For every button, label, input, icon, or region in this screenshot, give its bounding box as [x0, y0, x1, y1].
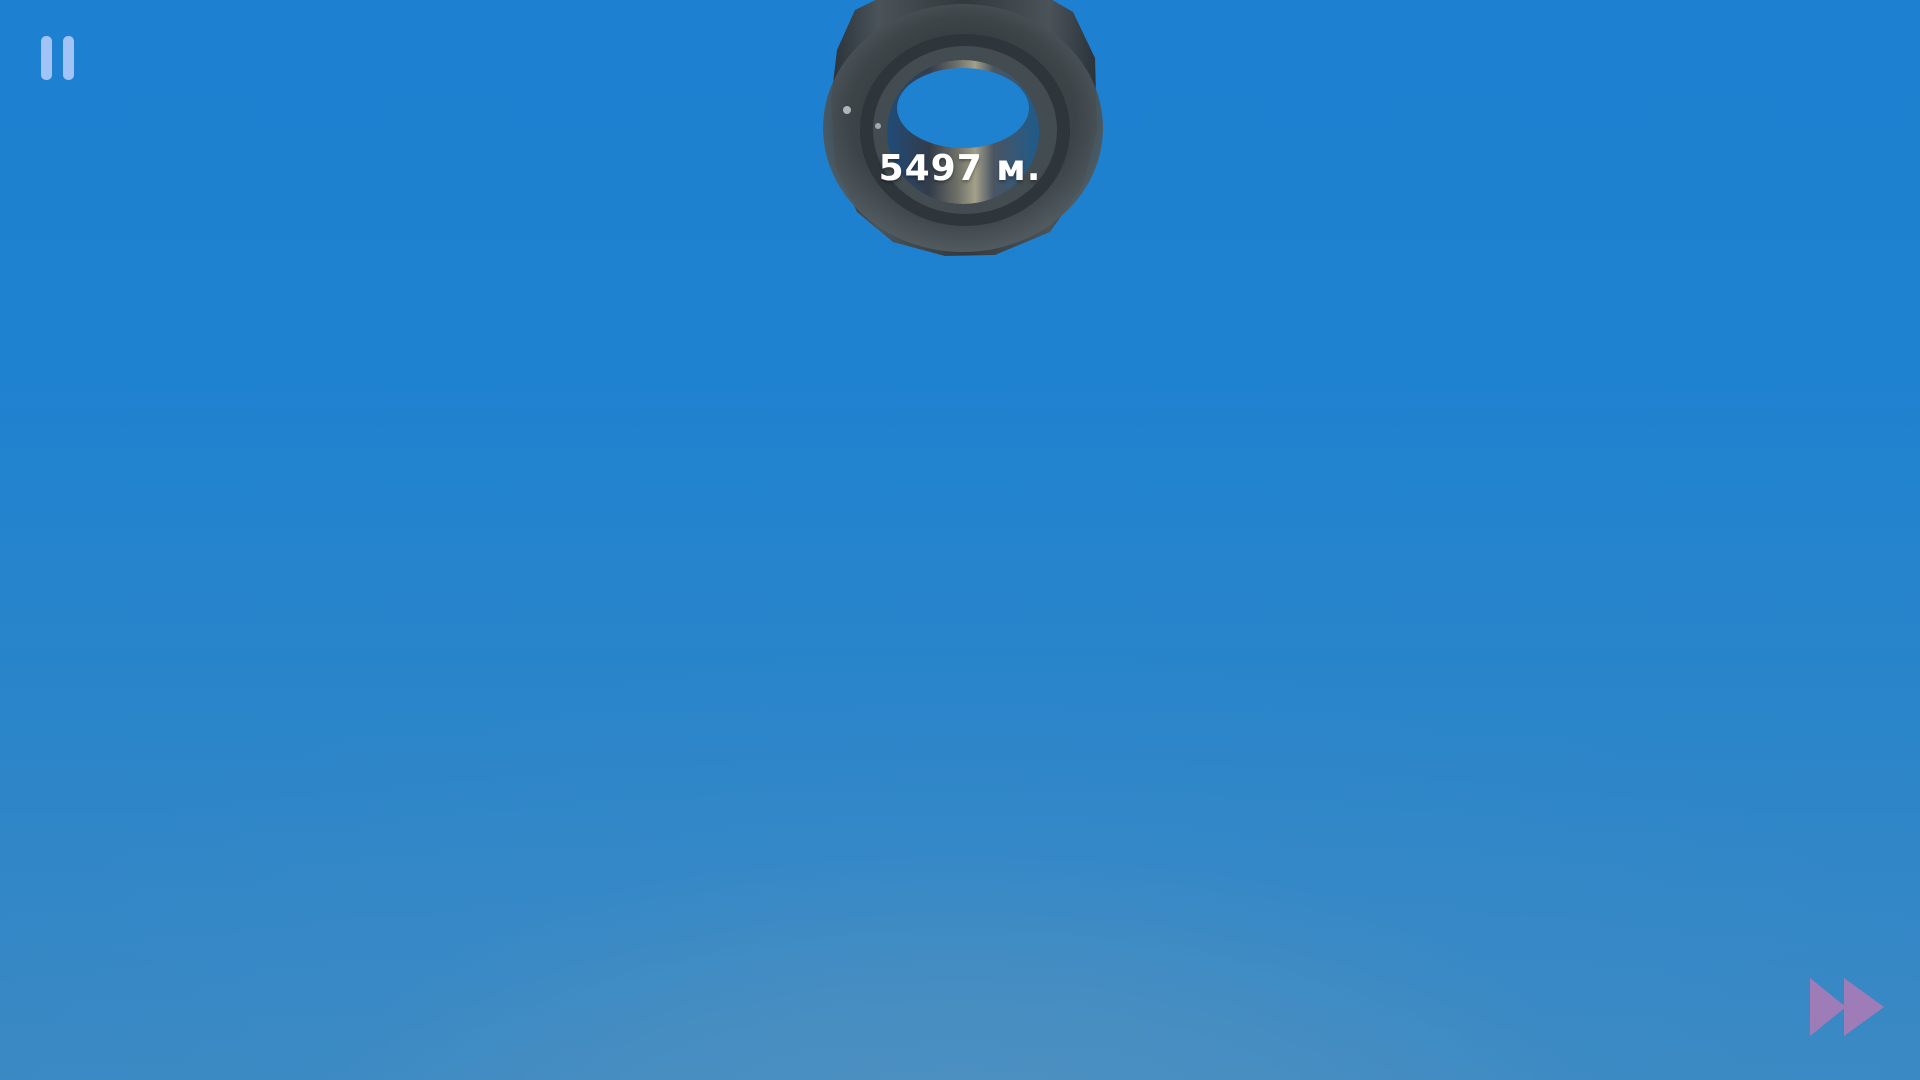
fast-forward-button[interactable]	[1808, 976, 1886, 1038]
tire-obstacle	[823, 0, 1103, 256]
pause-bar-left	[41, 36, 52, 80]
distance-counter: 5497 м.	[878, 148, 1042, 189]
pause-bar-right	[63, 36, 74, 80]
game-scene: 5497 м.	[0, 0, 1920, 1080]
fast-forward-icon	[1810, 978, 1884, 1036]
pause-button[interactable]	[38, 34, 80, 84]
